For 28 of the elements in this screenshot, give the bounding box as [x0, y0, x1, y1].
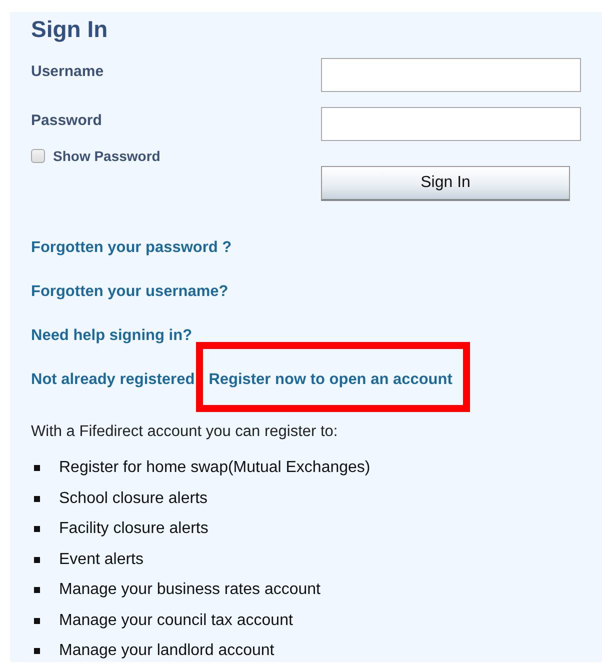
- link[interactable]: Need help signing in?: [31, 327, 192, 345]
- list-item: Manage your council tax account: [59, 612, 293, 630]
- link[interactable]: Forgotten your username?: [31, 283, 228, 301]
- link[interactable]: Forgotten your password ?: [31, 239, 232, 257]
- list-item: Manage your landlord account: [59, 642, 274, 660]
- list-item: Register for home swap(Mutual Exchanges): [59, 459, 370, 477]
- page-title: Sign In: [31, 15, 109, 44]
- bullet-icon: [34, 526, 40, 532]
- register-prompt: Not already registered: [31, 371, 195, 389]
- list-item: School closure alerts: [59, 490, 208, 508]
- list-item: Facility closure alerts: [59, 520, 208, 538]
- input-field[interactable]: [321, 107, 581, 141]
- register-link[interactable]: Register now to open an account: [208, 371, 452, 388]
- bullet-icon: [34, 556, 40, 562]
- sign-in-button[interactable]: Sign In: [321, 166, 570, 201]
- input-field[interactable]: [321, 58, 581, 92]
- bullet-icon: [34, 496, 40, 502]
- checkbox-label: Show Password: [53, 148, 160, 164]
- bullet-icon: [34, 587, 40, 593]
- checkbox[interactable]: [31, 149, 45, 163]
- list-item: Event alerts: [59, 550, 144, 568]
- bullet-icon: [34, 618, 40, 624]
- field-label: Password: [31, 111, 103, 129]
- field-label: Username: [31, 62, 105, 80]
- bullet-icon: [34, 648, 40, 654]
- bullet-icon: [34, 465, 40, 471]
- list-item: Manage your business rates account: [59, 581, 320, 599]
- intro-text: With a Fifedirect account you can register to:: [31, 423, 339, 441]
